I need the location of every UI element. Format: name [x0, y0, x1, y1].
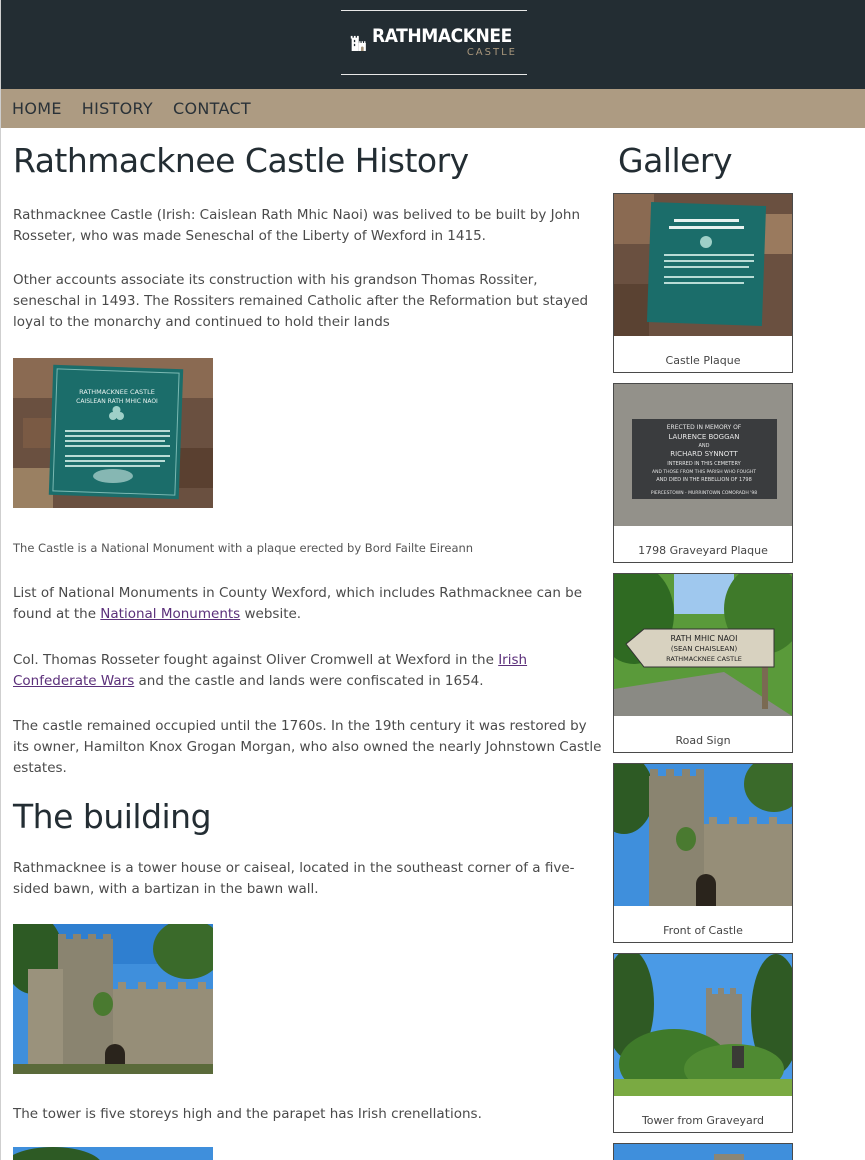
- plaque-line-1: RATHMACKNEE CASTLE: [79, 388, 155, 396]
- national-monuments-link[interactable]: National Monuments: [100, 606, 240, 622]
- main-navigation: HOME HISTORY CONTACT: [1, 89, 865, 128]
- front-of-castle-thumbnail: [614, 764, 792, 906]
- road-sign-thumbnail: RATH MHIC NAOI (SEAN CHAISLEAN) RATHMACK…: [614, 574, 792, 716]
- building-paragraph: Rathmacknee is a tower house or caiseal,…: [13, 860, 575, 897]
- history-paragraph-2: Other accounts associate its constructio…: [13, 272, 589, 330]
- gallery-card-1798-graveyard-plaque[interactable]: ERECTED IN MEMORY OF LAURENCE BOGGAN AND…: [613, 383, 793, 563]
- gallery-title: Gallery: [618, 141, 733, 180]
- memorial-line-6: AND THOSE FROM THIS PARISH WHO FOUGHT: [652, 469, 756, 475]
- gallery-label-tower-from-graveyard: Tower from Graveyard: [641, 1114, 765, 1127]
- memorial-line-8: PIERCESTOWN - MURRINTOWN COMORADH '98: [651, 490, 757, 496]
- history-paragraph-1: Rathmacknee Castle (Irish: Caislean Rath…: [13, 207, 581, 244]
- gallery-card-tower-from-graveyard[interactable]: Tower from Graveyard: [613, 953, 793, 1133]
- site-logo[interactable]: RATHMACKNEE CASTLE: [341, 10, 527, 75]
- memorial-line-1: ERECTED IN MEMORY OF: [667, 424, 742, 431]
- memorial-line-4: RICHARD SYNNOTT: [670, 450, 738, 458]
- gallery-label-graveyard-plaque: 1798 Graveyard Plaque: [638, 544, 768, 557]
- nav-history-link[interactable]: HISTORY: [82, 99, 153, 118]
- sign-line-2: (SEAN CHAISLEAN): [671, 645, 738, 653]
- tower-caption: The tower is five storeys high and the p…: [13, 1106, 482, 1122]
- castle-logo-icon: [350, 35, 366, 51]
- memorial-line-2: LAURENCE BOGGAN: [668, 433, 739, 441]
- gallery-card-castle-plaque[interactable]: Castle Plaque: [613, 193, 793, 373]
- nav-contact-link[interactable]: CONTACT: [173, 99, 251, 118]
- next-gallery-thumbnail: [614, 1144, 792, 1160]
- gallery-label-front-of-castle: Front of Castle: [663, 924, 743, 937]
- history-paragraph-5: The castle remained occupied until the 1…: [13, 718, 602, 776]
- sign-line-1: RATH MHIC NAOI: [671, 634, 738, 643]
- gallery-sidebar: Gallery Castle Plaque ERECTED IN MEMORY …: [613, 128, 793, 1160]
- gallery-card-front-of-castle[interactable]: Front of Castle: [613, 763, 793, 943]
- gallery-label-road-sign: Road Sign: [675, 734, 731, 747]
- page-title: Rathmacknee Castle History: [13, 141, 469, 180]
- graveyard-plaque-thumbnail: ERECTED IN MEMORY OF LAURENCE BOGGAN AND…: [614, 384, 792, 526]
- logo-title: RATHMACKNEE: [371, 25, 512, 47]
- plaque-line-2: CAISLEAN RATH MHIC NAOI: [76, 398, 158, 405]
- logo-subtitle: CASTLE: [466, 47, 517, 58]
- gallery-card-road-sign[interactable]: RATH MHIC NAOI (SEAN CHAISLEAN) RATHMACK…: [613, 573, 793, 753]
- next-photo-partial: [13, 1147, 213, 1160]
- history-paragraph-3: List of National Monuments in County Wex…: [13, 585, 583, 622]
- sign-line-3: RATHMACKNEE CASTLE: [666, 655, 742, 663]
- site-header: RATHMACKNEE CASTLE: [1, 0, 865, 89]
- castle-plaque-photo: RATHMACKNEE CASTLE CAISLEAN RATH MHIC NA…: [13, 358, 213, 508]
- tower-from-graveyard-thumbnail: [614, 954, 792, 1096]
- nav-home-link[interactable]: HOME: [12, 99, 62, 118]
- gallery-label-castle-plaque: Castle Plaque: [665, 354, 741, 367]
- plaque-caption: The Castle is a National Monument with a…: [13, 541, 474, 555]
- building-heading: The building: [13, 797, 212, 836]
- castle-tower-photo: [13, 924, 213, 1074]
- gallery-card-next-partial[interactable]: [613, 1143, 793, 1160]
- castle-plaque-thumbnail: [614, 194, 792, 336]
- memorial-line-7: AND DIED IN THE REBELLION OF 1798: [656, 477, 752, 483]
- memorial-line-5: INTERRED IN THIS CEMETERY: [667, 461, 741, 467]
- history-content: Rathmacknee Castle History Rathmacknee C…: [13, 128, 603, 1160]
- memorial-line-3: AND: [698, 443, 709, 449]
- history-paragraph-4: Col. Thomas Rosseter fought against Oliv…: [13, 652, 528, 689]
